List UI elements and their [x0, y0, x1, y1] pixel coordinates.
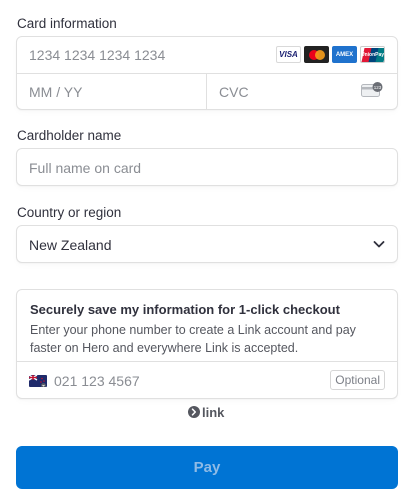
country-value: New Zealand — [29, 237, 112, 253]
phone-placeholder: 021 123 4567 — [54, 373, 140, 389]
cardholder-name-input[interactable]: Full name on card — [16, 148, 398, 186]
card-information-label: Card information — [17, 16, 117, 31]
cardholder-name-placeholder: Full name on card — [29, 160, 142, 176]
cvc-input[interactable]: CVC 123 — [207, 74, 397, 110]
chevron-down-icon — [373, 241, 385, 248]
card-number-placeholder: 1234 1234 1234 1234 — [29, 47, 166, 63]
country-select[interactable]: New Zealand — [16, 225, 398, 263]
cvc-card-icon: 123 — [361, 82, 383, 97]
link-save-box: Securely save my information for 1-click… — [16, 289, 398, 399]
link-save-title: Securely save my information for 1-click… — [30, 302, 340, 317]
visa-text: VISA — [279, 50, 298, 59]
cvc-placeholder: CVC — [219, 84, 249, 100]
pay-button[interactable]: Pay — [16, 446, 398, 489]
card-brand-icons: VISA AMEX UnionPay — [276, 46, 385, 63]
card-information-group: 1234 1234 1234 1234 VISA AMEX UnionPay M… — [16, 36, 398, 110]
phone-input[interactable]: 021 123 4567 Optional — [17, 361, 397, 399]
svg-text:123: 123 — [374, 85, 382, 90]
expiry-input[interactable]: MM / YY — [17, 74, 207, 110]
link-logo-text: link — [202, 404, 225, 420]
optional-badge: Optional — [330, 370, 385, 390]
cardholder-name-label: Cardholder name — [17, 128, 122, 143]
mastercard-icon — [304, 46, 329, 63]
link-arrow-icon — [188, 406, 200, 418]
new-zealand-flag-icon — [29, 375, 47, 387]
card-number-input[interactable]: 1234 1234 1234 1234 VISA AMEX UnionPay — [17, 37, 397, 74]
link-save-description: Enter your phone number to create a Link… — [30, 323, 356, 355]
link-logo: link — [188, 404, 224, 420]
unionpay-text: UnionPay — [360, 51, 385, 58]
visa-icon: VISA — [276, 46, 301, 63]
unionpay-icon: UnionPay — [360, 46, 385, 63]
expiry-placeholder: MM / YY — [29, 84, 83, 100]
country-label: Country or region — [17, 205, 122, 220]
amex-text: AMEX — [335, 51, 354, 58]
amex-icon: AMEX — [332, 46, 357, 63]
